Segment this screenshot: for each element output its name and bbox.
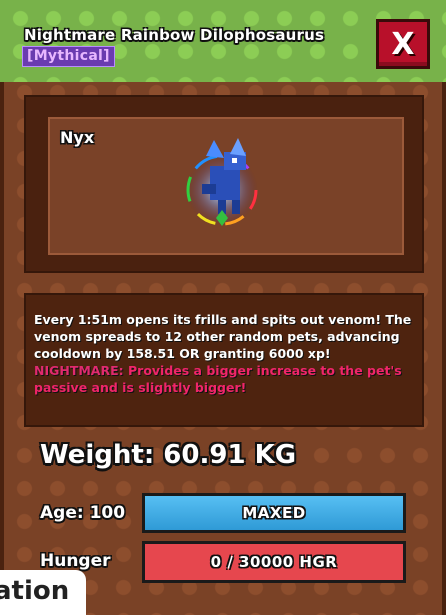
footer-tab[interactable]: ation — [0, 570, 86, 615]
age-progress-bar: MAXED — [142, 493, 406, 533]
hunger-bar-text: 0 / 30000 HGR — [210, 553, 338, 571]
pet-name: Nyx — [60, 128, 95, 147]
age-bar-text: MAXED — [242, 504, 306, 522]
nightmare-label: NIGHTMARE: — [34, 363, 124, 378]
rarity-badge: [Mythical] — [22, 46, 115, 67]
close-button[interactable]: X — [376, 19, 430, 69]
age-label: Age: 100 — [40, 503, 126, 523]
ability-text: Every 1:51m opens its frills and spits o… — [34, 312, 412, 361]
pet-title: Nightmare Rainbow Dilophosaurus — [24, 26, 325, 44]
ability-description: Every 1:51m opens its frills and spits o… — [24, 293, 424, 427]
hunger-label: Hunger — [40, 551, 111, 571]
footer-tab-label: ation — [0, 576, 70, 606]
hunger-progress-bar: 0 / 30000 HGR — [142, 541, 406, 583]
close-icon: X — [391, 26, 415, 62]
dilophosaurus-pet-icon — [186, 138, 258, 226]
weight-label: Weight: 60.91 KG — [40, 440, 297, 470]
